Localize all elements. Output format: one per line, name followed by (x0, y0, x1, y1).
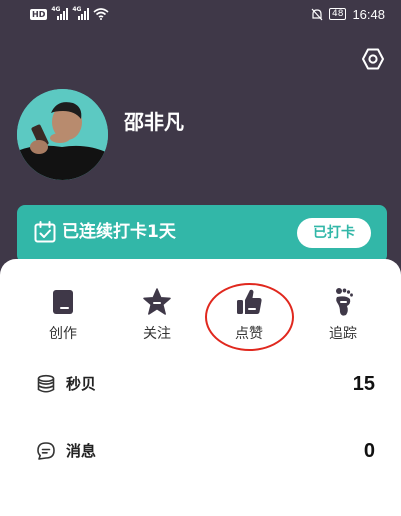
footprint-icon (336, 288, 353, 316)
profile-header: HD 4G 4G 48 16:48 邵非凡 已连续打卡1天 已打卡 (0, 0, 401, 290)
checked-in-button[interactable]: 已打卡 (297, 218, 371, 248)
calendar-check-icon (34, 221, 56, 243)
tab-label: 创作 (49, 326, 77, 342)
hd-badge: HD (30, 8, 48, 20)
profile-card: 创作 关注 点赞 追踪 秒贝 15 消息 0 (0, 259, 401, 516)
coins-stack-icon (37, 374, 55, 393)
thumbs-up-icon (237, 289, 262, 314)
status-bar: HD 4G 4G 48 16:48 (0, 0, 401, 28)
checkin-streak-text: 已连续打卡1天 (62, 222, 176, 242)
stat-row-coins[interactable]: 秒贝 15 (0, 364, 401, 404)
tab-track[interactable]: 追踪 (313, 287, 373, 343)
avatar-photo (17, 89, 108, 180)
mute-bell-icon (311, 8, 323, 20)
status-left: HD 4G 4G (30, 6, 109, 22)
tab-follow[interactable]: 关注 (127, 287, 187, 343)
avatar[interactable] (17, 89, 108, 180)
clock: 16:48 (352, 6, 385, 22)
wifi-icon (93, 8, 109, 20)
checkin-banner: 已连续打卡1天 已打卡 (17, 205, 387, 263)
tab-label: 点赞 (235, 326, 263, 342)
chat-bubble-icon (37, 442, 55, 460)
action-tabs: 创作 关注 点赞 追踪 (0, 259, 401, 359)
network-type: 4G (72, 6, 82, 13)
network-type: 4G (51, 6, 61, 13)
stat-label: 秒贝 (66, 375, 97, 393)
stat-value: 0 (363, 440, 375, 462)
tab-create[interactable]: 创作 (33, 287, 93, 343)
tab-label: 追踪 (329, 326, 357, 342)
stat-value: 15 (352, 373, 375, 395)
settings-icon[interactable] (361, 47, 385, 71)
tab-label: 关注 (143, 326, 171, 342)
tab-likes[interactable]: 点赞 (219, 287, 279, 343)
star-icon (143, 288, 171, 315)
document-icon (53, 290, 73, 314)
stat-label: 消息 (66, 442, 97, 460)
battery-level: 48 (329, 8, 347, 20)
status-right: 48 16:48 (311, 6, 385, 22)
stat-row-messages[interactable]: 消息 0 (0, 431, 401, 471)
signal-icon: 4G (51, 6, 69, 20)
username: 邵非凡 (124, 110, 184, 134)
signal-icon: 4G (72, 6, 90, 20)
